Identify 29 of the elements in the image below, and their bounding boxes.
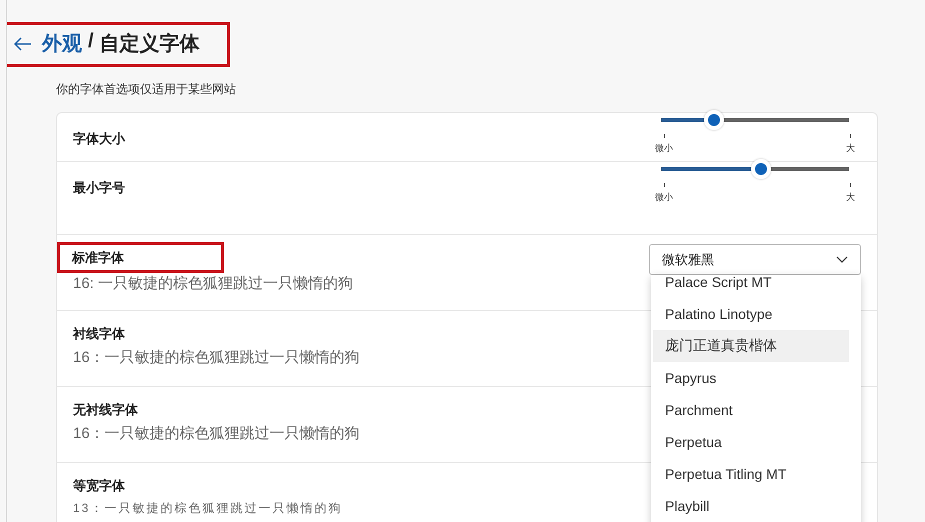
description-text: 你的字体首选项仅适用于某些网站 — [56, 81, 237, 98]
slider-max-label: 大 — [846, 191, 855, 204]
font-sample-text: 13：一只敏捷的棕色狐狸跳过一只懒惰的狗 — [73, 501, 342, 515]
slider-min-label: 微小 — [655, 142, 673, 155]
setting-label: 字体大小 — [73, 130, 125, 148]
setting-label: 最小字号 — [73, 179, 125, 197]
slider-max-label: 大 — [846, 142, 855, 155]
dropdown-option[interactable]: Perpetua Titling MT — [653, 458, 849, 490]
dropdown-option[interactable]: Palatino Linotype — [653, 298, 849, 330]
dropdown-option[interactable]: Parchment — [653, 394, 849, 426]
back-arrow-icon[interactable] — [14, 36, 32, 50]
setting-label: 无衬线字体 — [73, 401, 138, 419]
breadcrumb-link[interactable]: 外观 — [42, 30, 82, 57]
dropdown-option[interactable]: Playbill — [653, 490, 849, 522]
page-title: 自定义字体 — [100, 32, 200, 57]
dropdown-option[interactable]: Papyrus — [653, 362, 849, 394]
font-sample-text: 16：一只敏捷的棕色狐狸跳过一只懒惰的狗 — [73, 425, 360, 443]
dropdown-option[interactable]: Perpetua — [653, 426, 849, 458]
font-dropdown[interactable]: 微软雅黑 — [649, 244, 861, 275]
chevron-down-icon — [836, 256, 848, 263]
font-sample-text: 16：一只敏捷的棕色狐狸跳过一只懒惰的狗 — [73, 349, 360, 367]
setting-label: 标准字体 — [57, 242, 224, 273]
font-sample-text: 16: 一只敏捷的棕色狐狸跳过一只懒惰的狗 — [73, 275, 354, 293]
setting-label: 等宽字体 — [73, 477, 125, 495]
slider-min-label: 微小 — [655, 191, 673, 204]
breadcrumb-separator: / — [88, 30, 94, 54]
setting-label: 衬线字体 — [73, 325, 125, 343]
dropdown-option[interactable]: 庞门正道真贵楷体 — [653, 330, 849, 362]
dropdown-option[interactable]: Palace Script MT — [653, 275, 849, 298]
